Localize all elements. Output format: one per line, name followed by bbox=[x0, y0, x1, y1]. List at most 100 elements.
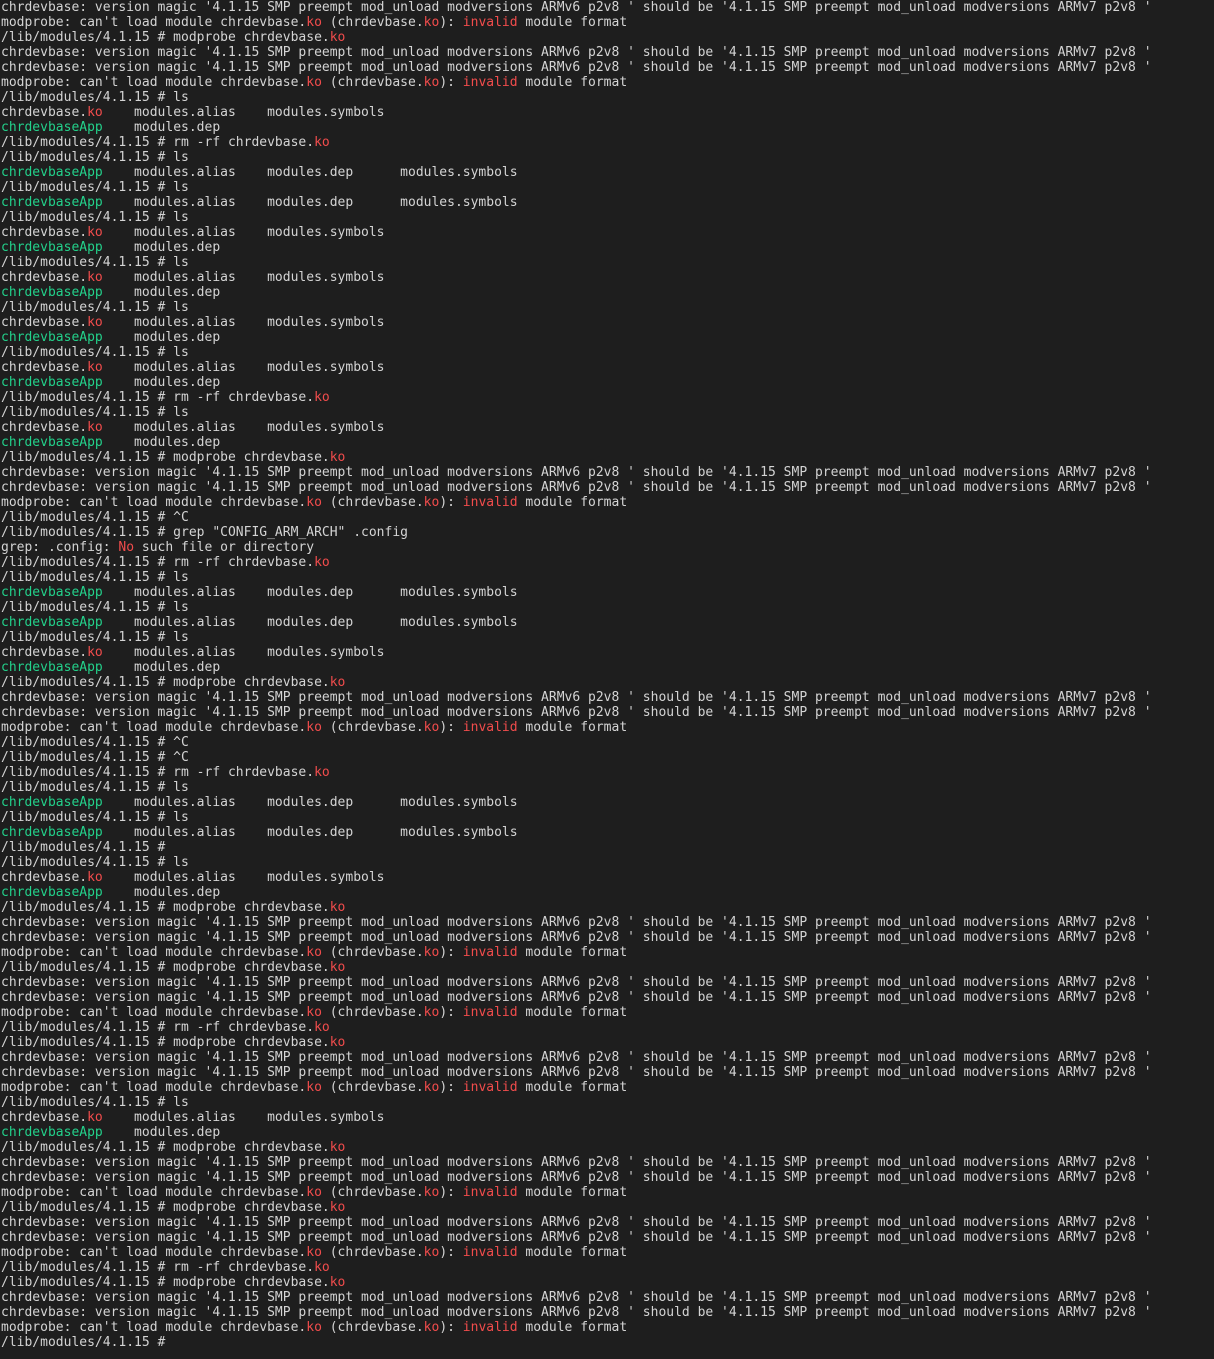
terminal-line: /lib/modules/4.1.15 # ls bbox=[0, 855, 1214, 870]
ko-extension-text: ko bbox=[423, 75, 440, 90]
terminal-text: chrdevbase: version magic '4.1.15 SMP pr… bbox=[1, 930, 1152, 945]
terminal-text: /lib/modules/4.1.15 # ^C bbox=[1, 735, 189, 750]
terminal-line: chrdevbase: version magic '4.1.15 SMP pr… bbox=[0, 705, 1214, 720]
terminal-text: /lib/modules/4.1.15 # rm -rf chrdevbase. bbox=[1, 1260, 315, 1275]
ko-extension-text: ko bbox=[329, 1140, 346, 1155]
ko-extension-text: ko bbox=[306, 495, 322, 510]
executable-filename: chrdevbaseApp bbox=[1, 825, 103, 840]
terminal-line: chrdevbaseApp modules.dep bbox=[0, 660, 1214, 675]
terminal-line: chrdevbaseApp modules.alias modules.dep … bbox=[0, 165, 1214, 180]
ko-extension-text: ko bbox=[329, 960, 346, 975]
terminal-text: modules.alias modules.dep modules.symbol… bbox=[102, 615, 518, 630]
terminal-text: modprobe: can't load module chrdevbase. bbox=[1, 720, 307, 735]
terminal-line: chrdevbase.ko modules.alias modules.symb… bbox=[0, 420, 1214, 435]
terminal-text: modules.alias modules.dep modules.symbol… bbox=[102, 195, 518, 210]
terminal-text: chrdevbase: version magic '4.1.15 SMP pr… bbox=[1, 1215, 1152, 1230]
terminal-text: chrdevbase. bbox=[1, 1110, 88, 1125]
error-keyword: invalid bbox=[462, 720, 518, 735]
ko-extension-text: ko bbox=[306, 75, 322, 90]
ko-extension-text: ko bbox=[314, 135, 330, 150]
ko-extension-text: ko bbox=[87, 105, 103, 120]
terminal-line: chrdevbase: version magic '4.1.15 SMP pr… bbox=[0, 1170, 1214, 1185]
terminal-text: such file or directory bbox=[134, 540, 315, 555]
terminal-line: chrdevbase: version magic '4.1.15 SMP pr… bbox=[0, 975, 1214, 990]
terminal-text: modules.dep bbox=[102, 120, 221, 135]
terminal-text: module format bbox=[517, 1320, 628, 1335]
terminal-line: /lib/modules/4.1.15 # ls bbox=[0, 255, 1214, 270]
ko-extension-text: ko bbox=[329, 675, 346, 690]
ko-extension-text: ko bbox=[329, 450, 346, 465]
terminal-line: /lib/modules/4.1.15 # ls bbox=[0, 150, 1214, 165]
terminal-line: chrdevbase: version magic '4.1.15 SMP pr… bbox=[0, 465, 1214, 480]
terminal-line: /lib/modules/4.1.15 # rm -rf chrdevbase.… bbox=[0, 555, 1214, 570]
terminal-line: chrdevbase: version magic '4.1.15 SMP pr… bbox=[0, 1230, 1214, 1245]
terminal-text: chrdevbase: version magic '4.1.15 SMP pr… bbox=[1, 1305, 1152, 1320]
terminal-text: /lib/modules/4.1.15 # rm -rf chrdevbase. bbox=[1, 765, 315, 780]
terminal-output[interactable]: chrdevbase: version magic '4.1.15 SMP pr… bbox=[0, 0, 1214, 1359]
terminal-line: /lib/modules/4.1.15 # modprobe chrdevbas… bbox=[0, 900, 1214, 915]
terminal-line: /lib/modules/4.1.15 # ls bbox=[0, 345, 1214, 360]
terminal-line: /lib/modules/4.1.15 # modprobe chrdevbas… bbox=[0, 960, 1214, 975]
terminal-line: /lib/modules/4.1.15 # grep "CONFIG_ARM_A… bbox=[0, 525, 1214, 540]
ko-extension-text: ko bbox=[306, 1320, 322, 1335]
terminal-text: chrdevbase: version magic '4.1.15 SMP pr… bbox=[1, 60, 1152, 75]
terminal-text: /lib/modules/4.1.15 # modprobe chrdevbas… bbox=[1, 675, 330, 690]
terminal-line: chrdevbaseApp modules.alias modules.dep … bbox=[0, 585, 1214, 600]
terminal-line: chrdevbaseApp modules.dep bbox=[0, 885, 1214, 900]
terminal-line: /lib/modules/4.1.15 # ls bbox=[0, 300, 1214, 315]
terminal-text: /lib/modules/4.1.15 # ls bbox=[1, 90, 189, 105]
terminal-text: /lib/modules/4.1.15 # modprobe chrdevbas… bbox=[1, 960, 330, 975]
terminal-text: module format bbox=[517, 720, 628, 735]
terminal-text: (chrdevbase. bbox=[321, 1320, 424, 1335]
terminal-text: /lib/modules/4.1.15 # modprobe chrdevbas… bbox=[1, 1035, 330, 1050]
terminal-text: ): bbox=[439, 945, 463, 960]
terminal-text: /lib/modules/4.1.15 # modprobe chrdevbas… bbox=[1, 900, 330, 915]
terminal-line: /lib/modules/4.1.15 # ls bbox=[0, 600, 1214, 615]
executable-filename: chrdevbaseApp bbox=[1, 435, 103, 450]
terminal-line: chrdevbase: version magic '4.1.15 SMP pr… bbox=[0, 915, 1214, 930]
terminal-text: /lib/modules/4.1.15 # ls bbox=[1, 255, 189, 270]
terminal-text: chrdevbase: version magic '4.1.15 SMP pr… bbox=[1, 1065, 1152, 1080]
terminal-text: chrdevbase: version magic '4.1.15 SMP pr… bbox=[1, 0, 1152, 15]
ko-extension-text: ko bbox=[423, 1005, 440, 1020]
terminal-line: modprobe: can't load module chrdevbase. k… bbox=[0, 945, 1214, 960]
ko-extension-text: ko bbox=[314, 390, 330, 405]
terminal-text: modules.alias modules.dep modules.symbol… bbox=[102, 825, 518, 840]
error-keyword: invalid bbox=[462, 1005, 518, 1020]
terminal-text: module format bbox=[517, 15, 628, 30]
terminal-line: chrdevbaseApp modules.alias modules.dep … bbox=[0, 195, 1214, 210]
ko-extension-text: ko bbox=[423, 1245, 440, 1260]
terminal-text: (chrdevbase. bbox=[321, 1185, 424, 1200]
terminal-text: /lib/modules/4.1.15 # ls bbox=[1, 570, 189, 585]
terminal-line: chrdevbaseApp modules.alias modules.dep … bbox=[0, 795, 1214, 810]
terminal-line: modprobe: can't load module chrdevbase. k… bbox=[0, 1005, 1214, 1020]
terminal-line: /lib/modules/4.1.15 # modprobe chrdevbas… bbox=[0, 1275, 1214, 1290]
terminal-text: chrdevbase: version magic '4.1.15 SMP pr… bbox=[1, 45, 1152, 60]
terminal-text: /lib/modules/4.1.15 # ls bbox=[1, 810, 189, 825]
terminal-line: modprobe: can't load module chrdevbase.k… bbox=[0, 1320, 1214, 1335]
terminal-line: chrdevbaseApp modules.dep bbox=[0, 435, 1214, 450]
terminal-text: /lib/modules/4.1.15 # rm -rf chrdevbase. bbox=[1, 555, 315, 570]
terminal-line: /lib/modules/4.1.15 # ls bbox=[0, 210, 1214, 225]
terminal-text: modprobe: can't load module chrdevbase. bbox=[1, 495, 307, 510]
terminal-text: modprobe: can't load module chrdevbase. bbox=[1, 945, 307, 960]
ko-extension-text: ko bbox=[87, 360, 103, 375]
terminal-line: chrdevbase: version magic '4.1.15 SMP pr… bbox=[0, 0, 1214, 15]
ko-extension-text: ko bbox=[423, 945, 440, 960]
terminal-text: ): bbox=[439, 75, 463, 90]
ko-extension-text: ko bbox=[87, 420, 103, 435]
terminal-line: chrdevbase: version magic '4.1.15 SMP pr… bbox=[0, 990, 1214, 1005]
terminal-text: ): bbox=[439, 1245, 463, 1260]
ko-extension-text: ko bbox=[329, 1275, 346, 1290]
terminal-text: /lib/modules/4.1.15 # ls bbox=[1, 1095, 189, 1110]
terminal-text: /lib/modules/4.1.15 # rm -rf chrdevbase. bbox=[1, 1020, 315, 1035]
error-keyword: invalid bbox=[462, 495, 518, 510]
terminal-line: /lib/modules/4.1.15 # ls bbox=[0, 780, 1214, 795]
terminal-line: /lib/modules/4.1.15 # rm -rf chrdevbase.… bbox=[0, 1020, 1214, 1035]
executable-filename: chrdevbaseApp bbox=[1, 285, 103, 300]
executable-filename: chrdevbaseApp bbox=[1, 615, 103, 630]
terminal-text: modprobe: can't load module chrdevbase. bbox=[1, 1005, 307, 1020]
terminal-line: /lib/modules/4.1.15 # bbox=[0, 1335, 1214, 1350]
terminal-line: chrdevbase: version magic '4.1.15 SMP pr… bbox=[0, 45, 1214, 60]
terminal-line: chrdevbase.ko modules.alias modules.symb… bbox=[0, 315, 1214, 330]
